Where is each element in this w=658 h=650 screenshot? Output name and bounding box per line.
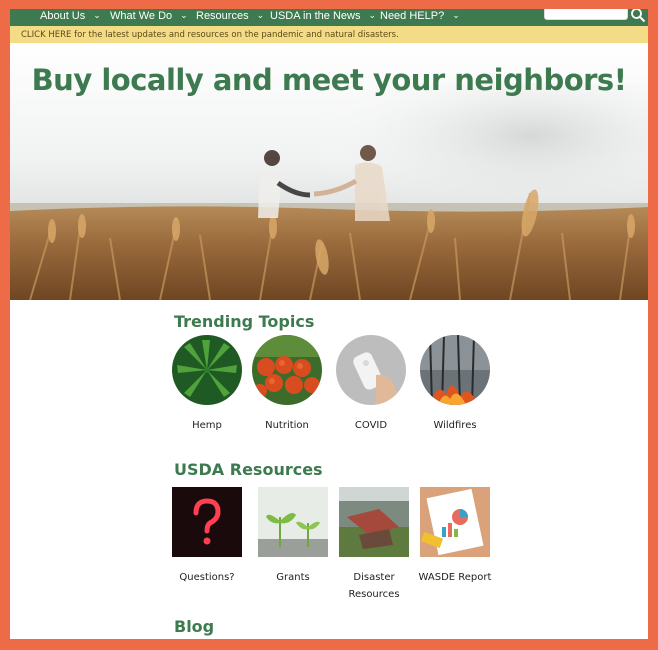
wildfires-image bbox=[420, 335, 490, 405]
main-nav: About Us ⌄ What We Do ⌄ Resources ⌄ USDA… bbox=[10, 9, 648, 26]
alert-banner[interactable]: CLICK HERE for the latest updates and re… bbox=[10, 26, 648, 43]
resource-label: Disaster Resources bbox=[348, 572, 400, 600]
resource-label: WASDE Report bbox=[418, 572, 492, 583]
topic-label: Wildfires bbox=[433, 420, 477, 431]
search-input[interactable] bbox=[544, 9, 628, 20]
nutrition-image bbox=[252, 335, 322, 405]
hero-banner: Buy locally and meet your neighbors! bbox=[10, 43, 648, 300]
chevron-down-icon: ⌄ bbox=[93, 10, 101, 20]
hero-title: Buy locally and meet your neighbors! bbox=[31, 63, 627, 97]
nav-label: Resources bbox=[196, 9, 249, 22]
nav-item-usda-in-the-news[interactable]: USDA in the News ⌄ bbox=[270, 9, 376, 24]
resource-label: Questions? bbox=[179, 572, 235, 583]
nav-item-resources[interactable]: Resources ⌄ bbox=[196, 9, 264, 24]
nav-label: USDA in the News bbox=[270, 9, 361, 22]
chevron-down-icon: ⌄ bbox=[452, 10, 460, 20]
chevron-down-icon: ⌄ bbox=[180, 10, 188, 20]
blog-heading: Blog bbox=[174, 617, 215, 636]
wasde-report-image bbox=[420, 487, 490, 557]
topic-hemp[interactable]: Hemp bbox=[162, 335, 252, 434]
covid-image bbox=[336, 335, 406, 405]
resource-disaster-resources[interactable]: Disaster Resources bbox=[329, 487, 419, 603]
search-icon[interactable] bbox=[630, 9, 646, 23]
chevron-down-icon: ⌄ bbox=[368, 10, 377, 20]
questions-image bbox=[172, 487, 242, 557]
nav-item-about-us[interactable]: About Us ⌄ bbox=[40, 9, 101, 24]
nav-label: Need HELP? bbox=[380, 9, 445, 22]
nav-item-need-help[interactable]: Need HELP? ⌄ bbox=[380, 9, 460, 24]
usda-resources-heading: USDA Resources bbox=[174, 460, 323, 479]
trending-topics-heading: Trending Topics bbox=[174, 312, 315, 331]
nav-label: What We Do bbox=[110, 9, 173, 22]
topic-covid[interactable]: COVID bbox=[326, 335, 416, 434]
disaster-resources-image bbox=[339, 487, 409, 557]
chevron-down-icon: ⌄ bbox=[256, 10, 265, 20]
grants-image bbox=[258, 487, 328, 557]
topic-nutrition[interactable]: Nutrition bbox=[242, 335, 332, 434]
resource-label: Grants bbox=[276, 572, 310, 583]
topic-label: Hemp bbox=[192, 420, 222, 431]
hemp-image bbox=[172, 335, 242, 405]
page-frame: About Us ⌄ What We Do ⌄ Resources ⌄ USDA… bbox=[10, 9, 648, 639]
nav-item-what-we-do[interactable]: What We Do ⌄ bbox=[110, 9, 188, 24]
topic-wildfires[interactable]: Wildfires bbox=[410, 335, 500, 434]
resource-grants[interactable]: Grants bbox=[248, 487, 338, 586]
topic-label: Nutrition bbox=[265, 420, 309, 431]
topic-label: COVID bbox=[354, 420, 388, 431]
nav-label: About Us bbox=[40, 9, 86, 22]
alert-text: CLICK HERE for the latest updates and re… bbox=[21, 29, 399, 40]
resource-questions[interactable]: Questions? bbox=[162, 487, 252, 586]
resource-wasde-report[interactable]: WASDE Report bbox=[410, 487, 500, 586]
